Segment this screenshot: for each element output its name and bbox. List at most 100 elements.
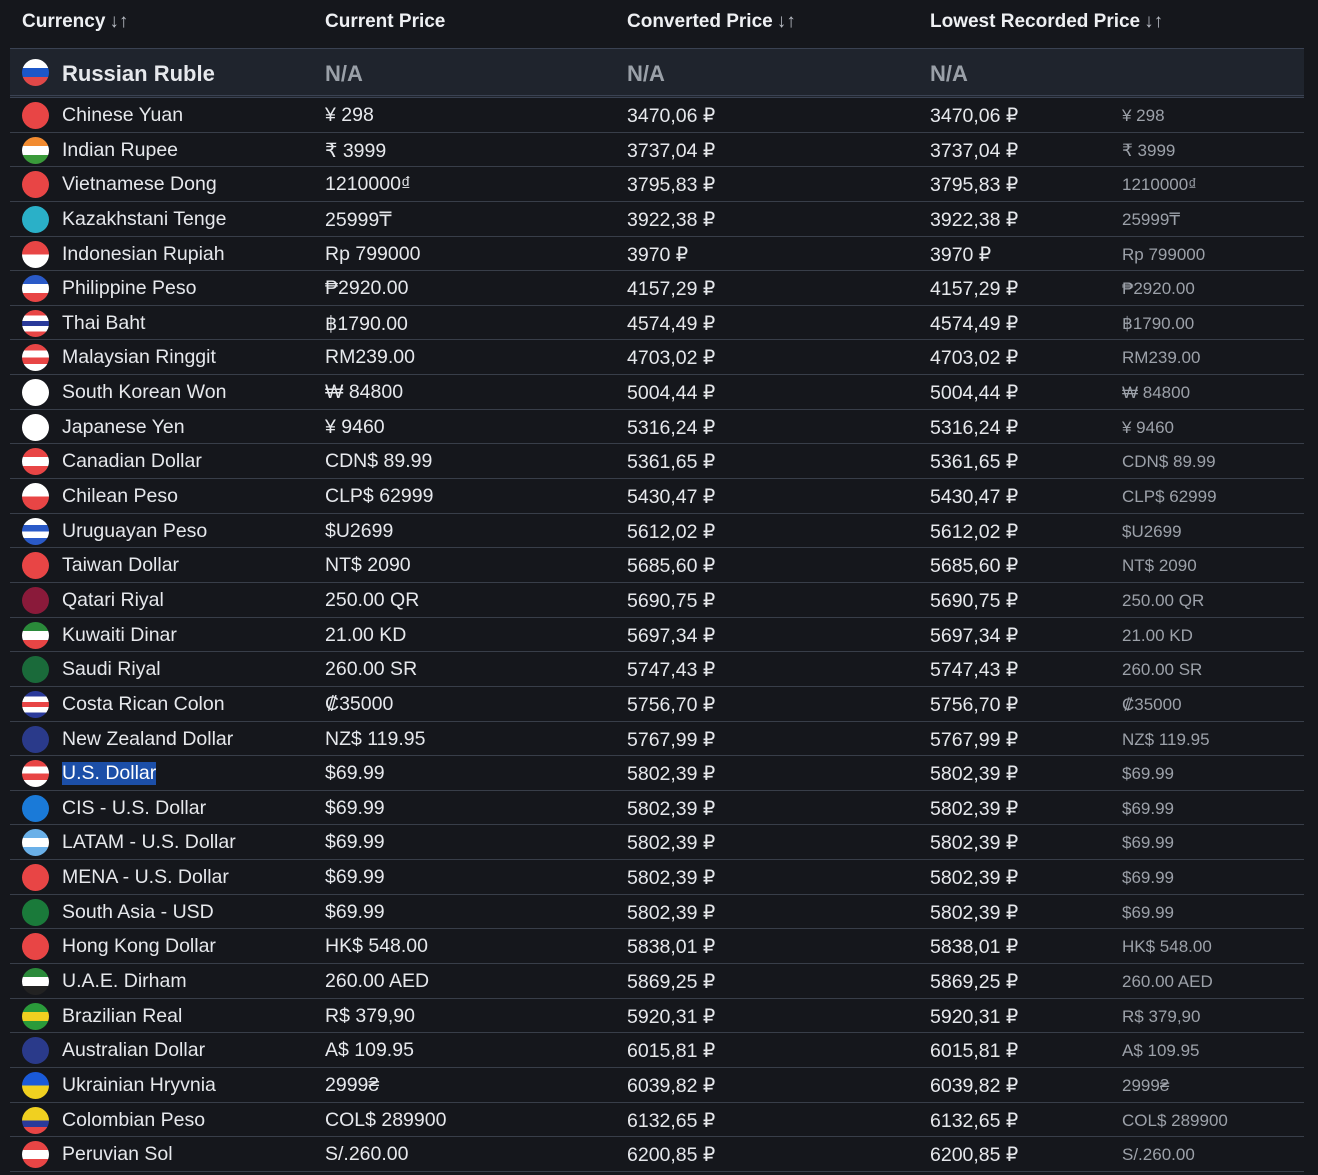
currency-name: U.A.E. Dirham: [62, 970, 187, 993]
converted-price: 6015,81 ₽: [627, 1039, 715, 1063]
table-row: Indonesian RupiahRp 7990003970 ₽3970 ₽Rp…: [10, 237, 1304, 272]
lowest-original-price: $69.99: [1122, 903, 1174, 923]
flag-icon: [22, 795, 49, 822]
flag-icon: [22, 622, 49, 649]
currency-name: New Zealand Dollar: [62, 728, 233, 751]
flag-icon: [22, 587, 49, 614]
current-price: $69.99: [325, 866, 385, 889]
converted-price: 5361,65 ₽: [627, 450, 715, 474]
currency-name: Indonesian Rupiah: [62, 243, 225, 266]
converted-price: 5802,39 ₽: [627, 831, 715, 855]
currency-name: CIS - U.S. Dollar: [62, 797, 206, 820]
converted-price: 5756,70 ₽: [627, 693, 715, 717]
current-price: $69.99: [325, 901, 385, 924]
currency-name: Brazilian Real: [62, 1005, 182, 1028]
flag-icon: [22, 414, 49, 441]
currency-name: Costa Rican Colon: [62, 693, 225, 716]
current-price: S/.260.00: [325, 1143, 408, 1166]
converted-price: 5802,39 ₽: [627, 762, 715, 786]
col-lowest-price[interactable]: Lowest Recorded Price↓↑: [930, 11, 1163, 33]
converted-price: 5430,47 ₽: [627, 485, 715, 509]
table-row: New Zealand DollarNZ$ 119.955767,99 ₽576…: [10, 722, 1304, 757]
flag-icon: [22, 206, 49, 233]
current-price: ₡35000: [325, 693, 393, 716]
sort-icon[interactable]: ↓↑: [109, 11, 128, 32]
currency-name: Saudi Riyal: [62, 658, 161, 681]
lowest-original-price: ฿1790.00: [1122, 314, 1194, 334]
flag-icon: [22, 968, 49, 995]
flag-icon: [22, 1037, 49, 1064]
sort-icon[interactable]: ↓↑: [777, 11, 796, 32]
table-row: U.S. Dollar$69.995802,39 ₽5802,39 ₽$69.9…: [10, 756, 1304, 791]
current-price: $69.99: [325, 797, 385, 820]
lowest-price: 5747,43 ₽: [930, 658, 1018, 682]
currency-name: Chinese Yuan: [62, 104, 183, 127]
table-row: Malaysian RinggitRM239.004703,02 ₽4703,0…: [10, 340, 1304, 375]
lowest-original-price: ₡35000: [1122, 695, 1182, 715]
lowest-price: 4703,02 ₽: [930, 346, 1018, 370]
lowest-original-price: $69.99: [1122, 868, 1174, 888]
current-price: NZ$ 119.95: [325, 728, 425, 751]
lowest-original-price: A$ 109.95: [1122, 1041, 1200, 1061]
converted-price: N/A: [627, 61, 665, 87]
price-table: Currency↓↑ Current Price Converted Price…: [10, 0, 1304, 1172]
currency-name: Ukrainian Hryvnia: [62, 1074, 216, 1097]
converted-price: 3795,83 ₽: [627, 173, 715, 197]
lowest-price: 3970 ₽: [930, 243, 991, 267]
lowest-original-price: S/.260.00: [1122, 1145, 1195, 1165]
col-converted-price[interactable]: Converted Price↓↑: [627, 11, 796, 33]
lowest-price: 5612,02 ₽: [930, 520, 1018, 544]
converted-price: 5802,39 ₽: [627, 901, 715, 925]
current-price: NT$ 2090: [325, 554, 411, 577]
table-row: Costa Rican Colon ₡35000 5756,70 ₽ 5756,70 …: [10, 687, 1304, 722]
table-row: MENA - U.S. Dollar$69.995802,39 ₽5802,39…: [10, 860, 1304, 895]
lowest-original-price: $69.99: [1122, 833, 1174, 853]
lowest-original-price: CDN$ 89.99: [1122, 452, 1216, 472]
flag-icon: [22, 552, 49, 579]
col-currency[interactable]: Currency↓↑: [22, 11, 128, 33]
flag-icon: [22, 59, 49, 86]
converted-price: 5747,43 ₽: [627, 658, 715, 682]
currency-name: MENA - U.S. Dollar: [62, 866, 229, 889]
table-row: Indian Rupee₹ 39993737,04 ₽3737,04 ₽₹ 39…: [10, 133, 1304, 168]
flag-icon: [22, 1072, 49, 1099]
table-row: Qatari Riyal250.00 QR5690,75 ₽5690,75 ₽2…: [10, 583, 1304, 618]
flag-icon: [22, 1141, 49, 1168]
flag-icon: [22, 1003, 49, 1030]
table-row: Kazakhstani Tenge25999₸3922,38 ₽3922,38 …: [10, 202, 1304, 237]
current-price: COL$ 289900: [325, 1109, 446, 1132]
current-price: 1210000₫: [325, 173, 411, 196]
lowest-original-price: 250.00 QR: [1122, 591, 1204, 611]
flag-icon: [22, 691, 49, 718]
converted-price: 4157,29 ₽: [627, 277, 715, 301]
lowest-price: 5690,75 ₽: [930, 589, 1018, 613]
lowest-original-price: ¥ 9460: [1122, 418, 1174, 438]
current-price: CDN$ 89.99: [325, 450, 432, 473]
currency-name: Peruvian Sol: [62, 1143, 173, 1166]
table-row: South Korean Won₩ 848005004,44 ₽5004,44 …: [10, 375, 1304, 410]
lowest-price: 5802,39 ₽: [930, 901, 1018, 925]
current-price: ₱2920.00: [325, 277, 409, 300]
lowest-price: 5756,70 ₽: [930, 693, 1018, 717]
current-price: 260.00 AED: [325, 970, 429, 993]
converted-price: 6039,82 ₽: [627, 1074, 715, 1098]
lowest-original-price: RM239.00: [1122, 348, 1200, 368]
converted-price: 5802,39 ₽: [627, 866, 715, 890]
lowest-original-price: R$ 379,90: [1122, 1007, 1200, 1027]
current-price: HK$ 548.00: [325, 935, 428, 958]
converted-price: 5690,75 ₽: [627, 589, 715, 613]
sort-icon[interactable]: ↓↑: [1144, 11, 1163, 32]
converted-price: 3922,38 ₽: [627, 208, 715, 232]
converted-price: 5685,60 ₽: [627, 554, 715, 578]
flag-icon: [22, 864, 49, 891]
lowest-price: 5697,34 ₽: [930, 624, 1018, 648]
currency-name: Philippine Peso: [62, 277, 196, 300]
currency-name: Kuwaiti Dinar: [62, 624, 177, 647]
currency-name: Canadian Dollar: [62, 450, 202, 473]
currency-name: Japanese Yen: [62, 416, 185, 439]
table-row: Japanese Yen¥ 94605316,24 ₽5316,24 ₽¥ 94…: [10, 410, 1304, 445]
table-row: U.A.E. Dirham260.00 AED5869,25 ₽5869,25 …: [10, 964, 1304, 999]
table-row: Uruguayan Peso$U26995612,02 ₽5612,02 ₽$U…: [10, 514, 1304, 549]
flag-icon: [22, 483, 49, 510]
lowest-price: 5869,25 ₽: [930, 970, 1018, 994]
